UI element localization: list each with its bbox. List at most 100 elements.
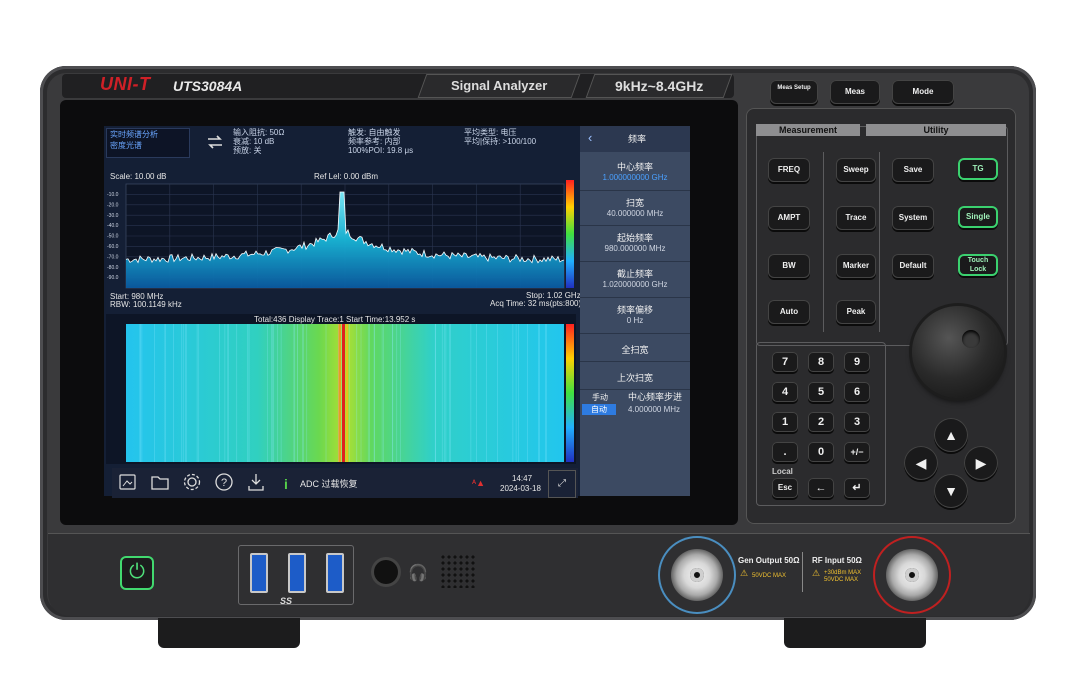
key-5[interactable]: 5 xyxy=(808,382,834,402)
backspace-arrow-icon[interactable]: ← xyxy=(808,478,834,498)
measurement-title: Measurement xyxy=(756,124,860,136)
key-1[interactable]: 1 xyxy=(772,412,798,432)
left-foot xyxy=(158,618,300,648)
last-span-label: 上次扫宽 xyxy=(616,373,653,383)
speaker-grille xyxy=(440,554,476,588)
tg-button[interactable]: TG xyxy=(958,158,998,180)
waterfall-display[interactable] xyxy=(106,314,576,464)
rf-warning-icon: ⚠ xyxy=(812,568,821,578)
meas-button[interactable]: Meas xyxy=(830,80,880,104)
menu-start-freq[interactable]: 起始频率 980.000000 MHz xyxy=(580,226,690,262)
arrow-right-icon[interactable]: ▶ xyxy=(964,446,998,480)
key-6[interactable]: 6 xyxy=(844,382,870,402)
gen-warning-text: 50VDC MAX xyxy=(752,573,787,579)
arrow-left-icon[interactable]: ◀ xyxy=(904,446,938,480)
save-button[interactable]: Save xyxy=(892,158,934,182)
sweep-button[interactable]: Sweep xyxy=(836,158,876,182)
marker-button[interactable]: Marker xyxy=(836,254,876,278)
usb-port-2[interactable] xyxy=(288,553,306,593)
rotary-knob[interactable] xyxy=(912,306,1004,398)
clock-date: 2024-03-18 xyxy=(500,484,541,493)
bw-button[interactable]: BW xyxy=(768,254,810,278)
key-8[interactable]: 8 xyxy=(808,352,834,372)
freq-offset-label: 频率偏移 xyxy=(616,305,653,315)
menu-span[interactable]: 扫宽 40.000000 MHz xyxy=(580,191,690,226)
arrow-down-icon[interactable]: ▼ xyxy=(934,474,968,508)
menu-last-span[interactable]: 上次扫宽 xyxy=(580,362,690,390)
peak-button[interactable]: Peak xyxy=(836,300,876,324)
key-0[interactable]: 0 xyxy=(808,442,834,462)
settings-gear-icon[interactable] xyxy=(182,472,202,492)
y-tick-label: -30.0 xyxy=(107,213,119,219)
y-tick-label: -60.0 xyxy=(107,244,119,250)
arrow-up-icon[interactable]: ▲ xyxy=(934,418,968,452)
menu-freq-offset[interactable]: 频率偏移 0 Hz xyxy=(580,298,690,334)
param-attenuation: 衰减: 10 dB xyxy=(233,137,275,146)
divider xyxy=(823,152,824,332)
single-button[interactable]: Single xyxy=(958,206,998,228)
default-button[interactable]: Default xyxy=(892,254,934,278)
key-plus-minus[interactable]: +/− xyxy=(844,442,870,462)
key-9[interactable]: 9 xyxy=(844,352,870,372)
system-button[interactable]: System xyxy=(892,206,934,230)
step-auto-option[interactable]: 自动 xyxy=(582,404,616,415)
right-foot xyxy=(784,618,926,648)
clock-time: 14:47 xyxy=(512,474,533,483)
download-icon[interactable] xyxy=(246,472,266,492)
rf-input-pin xyxy=(905,568,919,582)
folder-icon[interactable] xyxy=(150,472,170,492)
meas-setup-button[interactable]: Meas Setup xyxy=(770,80,818,104)
auto-button[interactable]: Auto xyxy=(768,300,810,324)
step-label: 中心频率步进 xyxy=(628,392,683,402)
menu-full-span[interactable]: 全扫宽 xyxy=(580,334,690,362)
freq-button[interactable]: FREQ xyxy=(768,158,810,182)
usb-port-3[interactable] xyxy=(326,553,344,593)
mode-indicator[interactable]: 实时频谱分析 密度光谱 xyxy=(106,128,190,158)
power-button-icon[interactable]: ⏻ xyxy=(120,556,154,590)
y-tick-label: -90.0 xyxy=(107,275,119,281)
menu-center-freq[interactable]: 中心频率 1.000000000 GHz xyxy=(580,154,690,191)
svg-text:?: ? xyxy=(221,477,227,489)
ampt-button[interactable]: AMPT xyxy=(768,206,810,230)
spectrum-plot[interactable]: -10.0 -20.0 -30.0 -40.0 -50.0 -60.0 -70.0 -80.0… xyxy=(106,172,576,310)
stop-freq-menu-label: 截止频率 xyxy=(616,269,653,279)
key-2[interactable]: 2 xyxy=(808,412,834,432)
param-avg-hold: 平均|保持: >100/100 xyxy=(464,137,537,146)
gen-output-label: Gen Output 50Ω xyxy=(738,556,800,565)
key-7[interactable]: 7 xyxy=(772,352,798,372)
headphone-jack[interactable] xyxy=(374,560,398,584)
param-trigger: 触发: 自由触发 xyxy=(348,128,401,137)
key-4[interactable]: 4 xyxy=(772,382,798,402)
mode-button[interactable]: Mode xyxy=(892,80,954,104)
back-chevron-icon[interactable]: ‹ xyxy=(588,130,592,145)
y-tick-label: -40.0 xyxy=(107,223,119,229)
help-icon[interactable]: ? xyxy=(214,472,234,492)
mode-line1: 实时频谱分析 xyxy=(110,130,158,139)
stop-freq-menu-value: 1.020000000 GHz xyxy=(602,280,668,289)
info-icon: i xyxy=(284,476,288,492)
center-freq-label: 中心频率 xyxy=(616,162,653,172)
trace-button[interactable]: Trace xyxy=(836,206,876,230)
warning-icon: ᴬ▲ xyxy=(472,478,485,488)
full-span-label: 全扫宽 xyxy=(621,345,649,355)
fullscreen-icon[interactable]: ⤢ xyxy=(548,470,576,498)
param-poi: 100%POI: 19.8 μs xyxy=(348,146,414,155)
usb-ss-label: SS xyxy=(280,596,293,606)
touch-lock-button[interactable]: Touch Lock xyxy=(958,254,998,276)
param-preamp: 预放: 关 xyxy=(233,146,262,155)
start-freq-menu-value: 980.000000 MHz xyxy=(604,244,666,253)
rf-warning-text-2: 50VDC MAX xyxy=(824,577,859,583)
menu-stop-freq[interactable]: 截止频率 1.020000000 GHz xyxy=(580,262,690,298)
y-tick-label: -50.0 xyxy=(107,234,119,240)
key-3[interactable]: 3 xyxy=(844,412,870,432)
swap-icon[interactable] xyxy=(206,134,224,150)
screenshot-icon[interactable] xyxy=(118,472,138,492)
y-tick-label: -10.0 xyxy=(107,192,119,198)
esc-button[interactable]: Esc xyxy=(772,478,798,498)
local-label: Local xyxy=(772,467,793,476)
enter-arrow-icon[interactable]: ↵ xyxy=(844,478,870,498)
step-manual-option[interactable]: 手动 xyxy=(592,393,608,402)
product-name: Signal Analyzer xyxy=(417,74,581,98)
usb-port-1[interactable] xyxy=(250,553,268,593)
key-decimal[interactable]: . xyxy=(772,442,798,462)
